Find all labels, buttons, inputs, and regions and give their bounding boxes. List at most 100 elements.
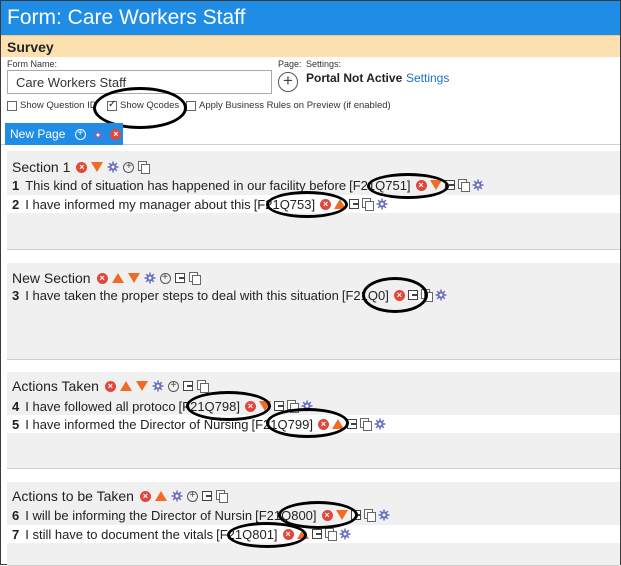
section-header: New Section × + [12,270,201,286]
question-text: I have informed my manager about this [25,196,251,212]
show-qcodes-checkbox[interactable] [107,99,117,111]
question-text: I will be informing the Director of Nurs… [25,507,253,523]
page-label: Page: [278,59,302,69]
question-row[interactable]: 3 I have taken the proper steps to deal … [7,286,620,304]
delete-icon[interactable]: × [244,400,256,412]
question-row[interactable]: 4 I have followed all protoco [F21Q798] … [7,397,620,415]
delete-icon[interactable]: × [320,198,332,210]
gear-icon[interactable] [435,289,447,301]
add-icon[interactable]: + [167,380,179,392]
gear-icon[interactable] [107,161,119,173]
question-text: I have informed the Director of Nursing [25,416,249,432]
delete-icon[interactable]: × [393,289,405,301]
show-qcodes-label: Show Qcodes [120,100,180,111]
show-question-id-option[interactable]: Show Question ID [7,100,96,111]
copy-icon[interactable] [359,418,372,431]
move-down-icon[interactable] [135,381,148,391]
delete-icon[interactable]: × [415,179,427,191]
move-up-icon[interactable] [154,491,167,501]
portal-status: Portal Not Active [306,71,403,85]
question-row[interactable]: 5 I have informed the Director of Nursin… [7,415,620,433]
gear-icon[interactable] [472,179,484,191]
copy-icon[interactable] [286,400,299,413]
form-name-label: Form Name: [7,59,58,69]
delete-icon[interactable]: × [110,129,122,141]
export-icon[interactable] [201,491,212,501]
copy-icon[interactable] [457,179,470,192]
show-qcodes-option[interactable]: Show Qcodes [107,99,180,111]
section-card: Section 1 × + 1 This kind of situation h… [7,151,620,250]
gear-icon[interactable] [374,418,386,430]
export-icon[interactable] [349,199,360,209]
question-qcode: [F21Q751] [349,177,411,193]
delete-icon[interactable]: × [96,272,108,284]
move-up-icon[interactable] [334,199,347,209]
copy-icon[interactable] [215,490,228,503]
export-icon[interactable] [273,401,284,411]
section-card: Actions Taken × + 4 I have followed all … [7,372,620,469]
section-title: Actions Taken [12,378,99,394]
copy-icon[interactable] [196,380,209,393]
question-row[interactable]: 7 I still have to document the vitals [F… [7,525,620,543]
move-down-icon[interactable] [127,273,140,283]
settings-link[interactable]: Settings [406,71,449,85]
add-icon[interactable]: + [186,490,198,502]
question-row[interactable]: 6 I will be informing the Director of Nu… [7,506,620,524]
gear-icon[interactable] [376,198,388,210]
export-icon[interactable] [444,180,455,190]
export-icon[interactable] [182,381,193,391]
delete-icon[interactable]: × [317,418,329,430]
delete-icon[interactable]: × [104,380,116,392]
copy-icon[interactable] [188,272,201,285]
tab-new-page[interactable]: New Page + × [5,123,123,145]
show-question-id-checkbox[interactable] [7,100,17,111]
move-up-icon[interactable] [296,529,309,539]
apply-business-rules-checkbox[interactable] [186,100,196,111]
move-up-icon[interactable] [331,419,344,429]
question-qcode: [F21Q753] [253,196,316,212]
export-icon[interactable] [346,419,357,429]
move-up-icon[interactable] [111,273,124,283]
question-row[interactable]: 1 This kind of situation has happened in… [7,176,620,194]
move-down-icon[interactable] [258,401,271,411]
copy-icon[interactable] [362,198,375,211]
apply-business-rules-option[interactable]: Apply Business Rules on Preview (if enab… [186,100,391,111]
copy-icon[interactable] [363,509,376,522]
move-down-icon[interactable] [429,180,442,190]
gear-icon[interactable] [152,380,164,392]
delete-icon[interactable]: × [139,490,151,502]
survey-header: Survey [1,35,620,57]
move-up-icon[interactable] [119,381,132,391]
question-text: I have followed all protoco [25,398,176,414]
delete-icon[interactable]: × [282,528,294,540]
tab-label: New Page [10,127,66,141]
gear-icon[interactable] [378,509,390,521]
add-icon[interactable]: + [159,272,171,284]
gear-icon[interactable] [144,272,156,284]
question-row[interactable]: 2 I have informed my manager about this … [7,195,620,213]
question-qcode: [F21Q798] [178,398,240,414]
section-card: Actions to be Taken × + 6 I will be info… [7,482,620,566]
delete-icon[interactable]: × [321,509,333,521]
copy-icon[interactable] [420,289,433,302]
add-icon[interactable]: + [74,129,86,141]
add-icon[interactable]: + [123,161,135,173]
export-icon[interactable] [407,290,418,300]
add-page-icon[interactable]: + [278,72,298,92]
export-icon[interactable] [311,529,322,539]
section-card: New Section × + 3 I have taken the prope… [7,263,620,360]
export-icon[interactable] [174,273,185,283]
gear-icon[interactable] [339,528,351,540]
copy-icon[interactable] [324,528,337,541]
export-icon[interactable] [350,510,361,520]
gear-icon[interactable] [171,490,183,502]
delete-icon[interactable]: × [76,161,88,173]
gear-icon[interactable] [92,129,104,141]
gear-icon[interactable] [301,400,313,412]
form-name-input[interactable] [7,70,272,94]
show-question-id-label: Show Question ID [20,100,96,111]
move-down-icon[interactable] [91,162,104,172]
copy-icon[interactable] [138,161,151,174]
question-number: 4 [12,398,20,414]
move-down-icon[interactable] [335,510,348,520]
